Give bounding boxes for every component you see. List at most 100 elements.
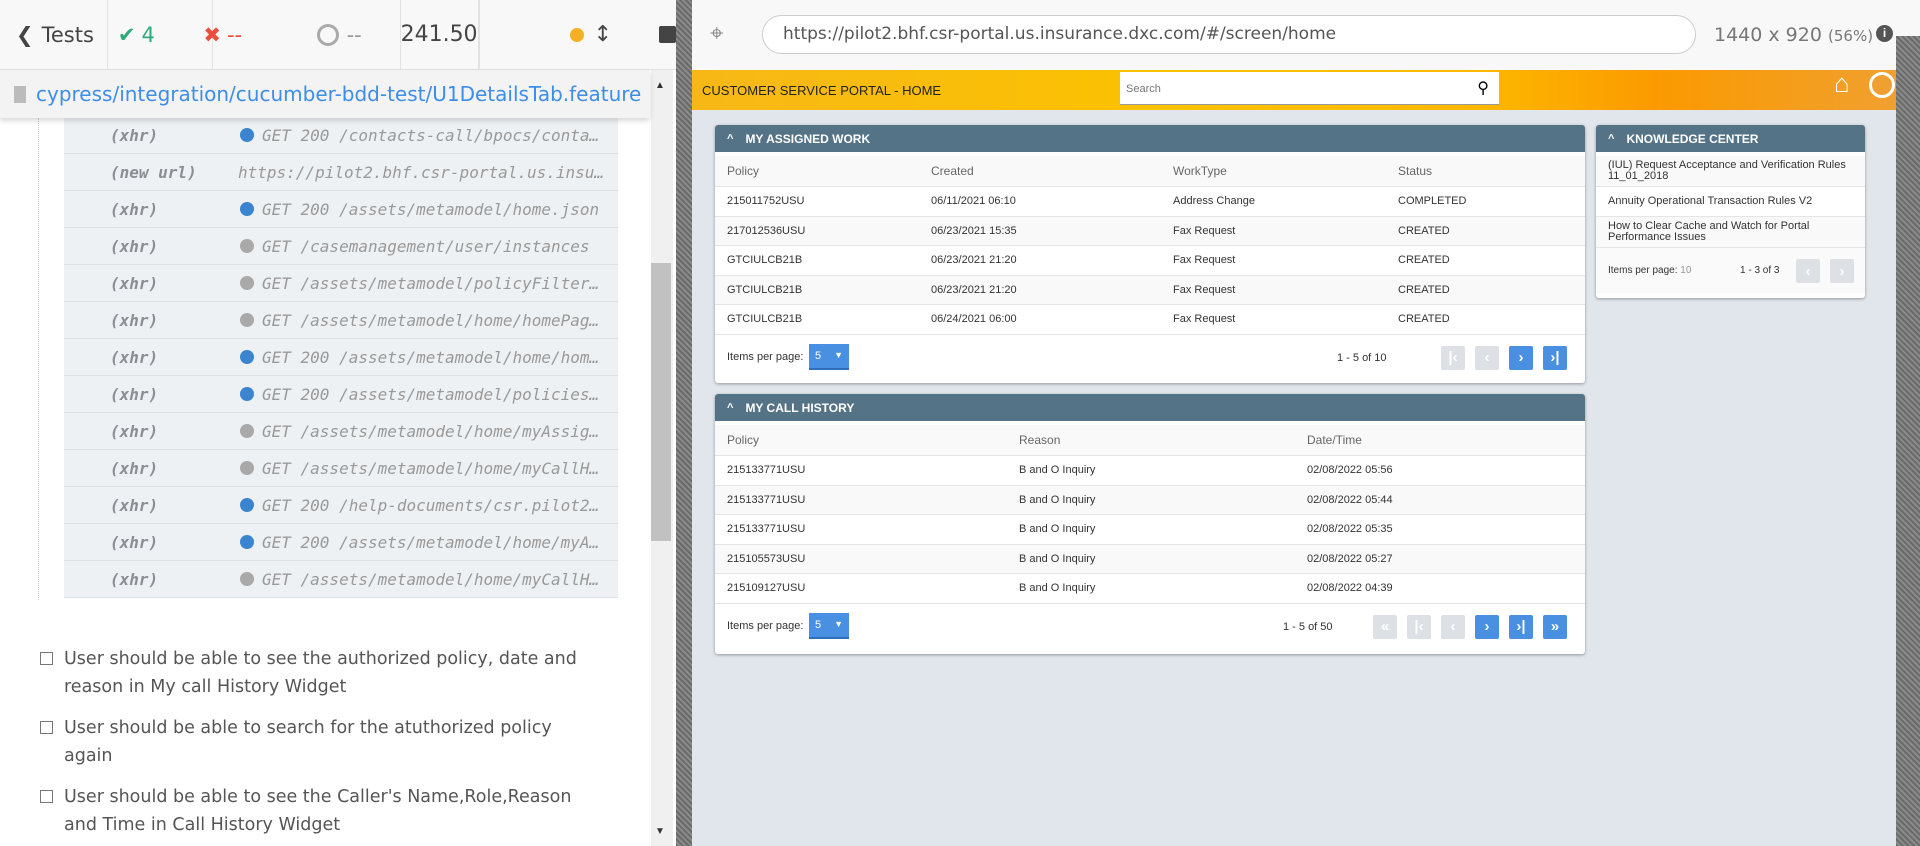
info-icon[interactable]: i (1876, 25, 1893, 42)
log-entry-text: https://pilot2.bhf.csr-portal.us.insu… (238, 162, 605, 182)
knowledge-article-link[interactable]: (IUL) Request Acceptance and Verificatio… (1596, 156, 1865, 187)
table-cell: 02/08/2022 05:56 (1307, 464, 1393, 477)
column-header[interactable]: Date/Time (1307, 433, 1362, 447)
prev-page-button[interactable]: ‹ (1441, 614, 1465, 639)
column-header[interactable]: Status (1398, 164, 1432, 178)
log-scrollbar-thumb[interactable] (651, 263, 671, 541)
test-step[interactable]: User should be able to search for the at… (40, 714, 600, 770)
table-cell: B and O Inquiry (1019, 582, 1096, 595)
page-range: 1 - 3 of 3 (1740, 265, 1780, 276)
log-entry[interactable]: (xhr) GET /assets/metamodel/home/homePag… (64, 302, 618, 339)
scroll-down-icon[interactable]: ▼ (655, 826, 665, 837)
search-icon[interactable]: ⚲ (1477, 78, 1489, 98)
runner-header: ❮ Tests ✔ 4 ✖ -- -- 241.50 ↕ (0, 0, 676, 70)
log-entry[interactable]: (xhr) GET 200 /assets/metamodel/home/myA… (64, 524, 618, 561)
last-page-button[interactable]: ›| (1543, 345, 1567, 370)
log-entry-kind: (xhr) (110, 458, 159, 478)
table-row[interactable]: 215133771USU B and O Inquiry 02/08/2022 05… (715, 485, 1585, 515)
table-cell: 215133771USU (727, 493, 806, 506)
log-entry-kind: (xhr) (110, 273, 159, 293)
search-input[interactable] (1126, 83, 1446, 95)
next-page-button[interactable]: › (1509, 345, 1533, 370)
stop-button[interactable] (649, 0, 676, 70)
log-entry-kind: (xhr) (110, 495, 159, 515)
panel-resize-handle[interactable] (676, 0, 692, 846)
test-step[interactable]: User should be able to see the authorize… (40, 645, 600, 701)
table-row[interactable]: 215011752USU 06/11/2021 06:10 Address Chan… (715, 187, 1585, 217)
widget-header[interactable]: ^ MY ASSIGNED WORK (715, 125, 1585, 156)
table-row[interactable]: 215109127USU B and O Inquiry 02/08/2022 04… (715, 574, 1585, 604)
log-entry[interactable]: (xhr) GET /casemanagement/user/instances (64, 228, 618, 265)
fast-forward-button[interactable]: » (1543, 614, 1567, 639)
table-header-row: Policy Reason Date/Time (715, 425, 1585, 456)
log-entry[interactable]: (xhr) GET 200 /assets/metamodel/policies… (64, 376, 618, 413)
portal-header: CUSTOMER SERVICE PORTAL - HOME ⚲ ⌂ (692, 70, 1896, 110)
log-entry[interactable]: (xhr) GET /assets/metamodel/home/myCallH… (64, 561, 618, 598)
table-cell: 215011752USU (727, 195, 805, 208)
widget-title: MY ASSIGNED WORK (745, 131, 871, 146)
column-header[interactable]: Reason (1019, 433, 1060, 447)
viewport-size: 1440 x 920 (56%) (1714, 24, 1874, 46)
items-per-page-select[interactable]: 5 ▼ (809, 343, 849, 370)
last-page-button[interactable]: ›| (1509, 614, 1533, 639)
my-assigned-work-widget: ^ MY ASSIGNED WORK Policy Created WorkType St… (715, 125, 1585, 383)
table-row[interactable]: GTCIULCB21B 06/23/2021 21:20 Fax Request CR… (715, 275, 1585, 305)
portal-search[interactable]: ⚲ (1120, 72, 1499, 105)
status-dot-icon (240, 128, 254, 142)
url-bar[interactable]: https://pilot2.bhf.csr-portal.us.insuran… (762, 15, 1696, 54)
first-page-button[interactable]: |‹ (1407, 614, 1431, 639)
table-row[interactable]: 215105573USU B and O Inquiry 02/08/2022 05… (715, 544, 1585, 574)
items-per-page-select[interactable]: 5 ▼ (809, 612, 849, 639)
column-header[interactable]: Policy (727, 433, 759, 447)
selector-playground-icon[interactable]: ⌖ (710, 20, 724, 48)
table-cell: Address Change (1173, 195, 1255, 208)
chevron-up-icon[interactable]: ^ (1608, 133, 1614, 145)
status-dot-icon (240, 461, 254, 475)
log-entry[interactable]: (xhr) GET /assets/metamodel/policyFilter… (64, 265, 618, 302)
log-entry[interactable]: (xhr) GET /assets/metamodel/home/myCallH… (64, 450, 618, 487)
user-icon[interactable] (1869, 72, 1895, 98)
table-cell: 215109127USU (727, 582, 806, 595)
widget-header[interactable]: ^ KNOWLEDGE CENTER (1596, 125, 1865, 156)
table-cell: B and O Inquiry (1019, 552, 1096, 565)
resize-arrows-icon[interactable]: ↕ (594, 22, 612, 47)
spec-file-link[interactable]: cypress/integration/cucumber-bdd-test/U1… (36, 82, 641, 106)
prev-page-button[interactable]: ‹ (1475, 345, 1499, 370)
column-header[interactable]: Policy (727, 164, 759, 178)
table-row[interactable]: 215133771USU B and O Inquiry 02/08/2022 05… (715, 456, 1585, 486)
widget-header[interactable]: ^ MY CALL HISTORY (715, 394, 1585, 425)
chevron-up-icon[interactable]: ^ (727, 133, 733, 145)
home-icon[interactable]: ⌂ (1834, 70, 1850, 99)
page-range: 1 - 5 of 10 (1337, 351, 1387, 364)
next-page-button[interactable]: › (1475, 614, 1499, 639)
table-row[interactable]: 215133771USU B and O Inquiry 02/08/2022 05… (715, 515, 1585, 545)
log-entry[interactable]: (new url) https://pilot2.bhf.csr-portal.u… (64, 154, 618, 191)
chevron-up-icon[interactable]: ^ (727, 402, 733, 414)
status-dot-icon (240, 424, 254, 438)
log-entry[interactable]: (xhr) GET /assets/metamodel/home/myAssig… (64, 413, 618, 450)
log-entry-kind: (xhr) (110, 384, 159, 404)
log-entry[interactable]: (xhr) GET 200 /assets/metamodel/home.json (64, 191, 618, 228)
table-row[interactable]: GTCIULCB21B 06/24/2021 06:00 Fax Request CR… (715, 305, 1585, 335)
scroll-up-icon[interactable]: ▲ (655, 80, 665, 91)
rewind-button[interactable]: « (1373, 614, 1397, 639)
test-step-label: User should be able to search for the at… (64, 718, 552, 766)
table-row[interactable]: 217012536USU 06/23/2021 15:35 Fax Request C… (715, 216, 1585, 246)
table-row[interactable]: GTCIULCB21B 06/23/2021 21:20 Fax Request CR… (715, 246, 1585, 276)
table-cell: Fax Request (1173, 283, 1236, 296)
first-page-button[interactable]: |‹ (1441, 345, 1465, 370)
next-page-button[interactable]: › (1830, 259, 1854, 283)
test-step[interactable]: User should be able to see the Caller's … (40, 783, 600, 839)
log-entry[interactable]: (xhr) GET 200 /assets/metamodel/home/hom… (64, 339, 618, 376)
log-entry[interactable]: (xhr) GET 200 /contacts-call/bpocs/conta… (64, 117, 618, 154)
column-header[interactable]: WorkType (1173, 164, 1227, 178)
table-cell: 217012536USU (727, 224, 806, 237)
prev-page-button[interactable]: ‹ (1796, 259, 1820, 283)
knowledge-article-link[interactable]: How to Clear Cache and Watch for Portal … (1596, 217, 1865, 248)
log-entry[interactable]: (xhr) GET 200 /help-documents/csr.pilot2… (64, 487, 618, 524)
column-header[interactable]: Created (931, 164, 974, 178)
log-entry-kind: (xhr) (110, 310, 159, 330)
back-to-tests-button[interactable]: ❮ Tests (0, 0, 108, 70)
knowledge-article-link[interactable]: Annuity Operational Transaction Rules V2 (1596, 187, 1865, 217)
log-entry-kind: (xhr) (110, 532, 159, 552)
